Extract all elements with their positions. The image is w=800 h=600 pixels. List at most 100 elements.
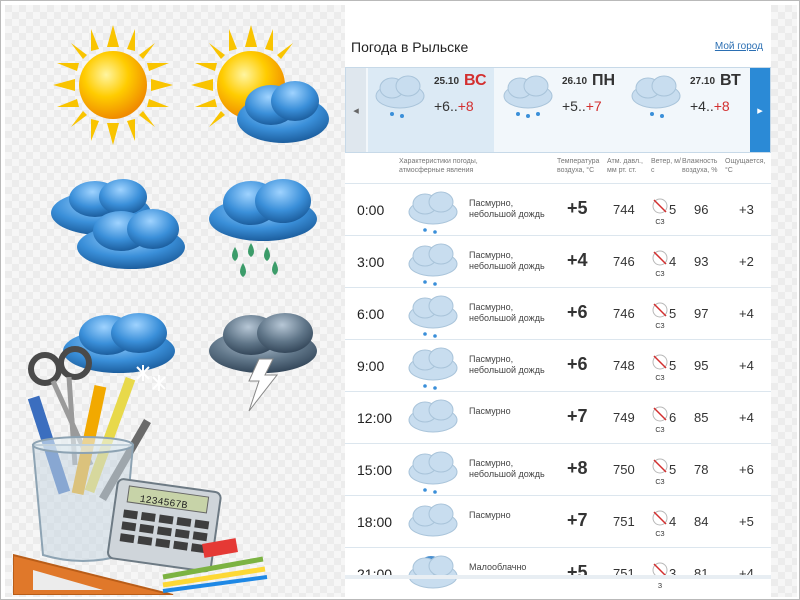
weather-widget: Погода в Рыльске Мой город ◂ 25.10 ВС +6… [345, 31, 771, 590]
next-day-button[interactable]: ▸ [750, 68, 770, 152]
row-wind-speed: 4 [669, 254, 677, 269]
row-temperature: +7 [567, 406, 588, 426]
cloud-rain-icon [408, 191, 458, 234]
rain-cloud-icon [209, 179, 317, 277]
row-wind-speed: 5 [669, 202, 677, 217]
svg-text:СЗ: СЗ [655, 479, 664, 486]
row-pressure: 750 [613, 462, 635, 477]
row-feels-like: +3 [739, 202, 754, 217]
day-date: 26.10 [562, 76, 588, 87]
row-time: 6:00 [357, 306, 385, 322]
row-feels-like: +2 [739, 254, 754, 269]
column-header-wind: Ветер, м/с [651, 158, 681, 174]
row-time: 18:00 [357, 514, 393, 530]
row-time: 15:00 [357, 462, 393, 478]
forecast-row: 21:00 Малооблачно +5 751 З 3 81 +4 [345, 547, 771, 599]
wind-direction-icon: СЗ [652, 198, 668, 226]
row-pressure: 744 [613, 202, 635, 217]
wind-direction-icon: СЗ [652, 302, 668, 330]
forecast-row: 3:00 Пасмурно, небольшой дождь +4 746 СЗ… [345, 235, 771, 287]
cloud-rain-icon [631, 75, 681, 118]
row-wind-speed: 4 [669, 514, 677, 529]
day-date: 25.10 [434, 76, 460, 87]
wind-direction-icon: СЗ [652, 250, 668, 278]
row-description: Пасмурно, небольшой дождь [469, 354, 545, 375]
overcast-icon [51, 179, 185, 269]
svg-text:СЗ: СЗ [655, 427, 664, 434]
row-feels-like: +6 [739, 462, 754, 477]
my-city-link[interactable]: Мой город [715, 41, 763, 52]
wind-direction-icon: СЗ [652, 458, 668, 486]
row-humidity: 97 [694, 306, 709, 321]
row-wind-speed: 6 [669, 410, 677, 425]
row-pressure: 746 [613, 254, 635, 269]
column-header-pressure: Атм. давл., мм рт. ст. [607, 158, 643, 174]
forecast-row: 6:00 Пасмурно, небольшой дождь +6 746 СЗ… [345, 287, 771, 339]
wind-direction-icon: СЗ [652, 510, 668, 538]
day-selector: ◂ 25.10 ВС +6..+8 26.10 ПН +5..+7 27.10 … [345, 67, 771, 153]
cloud-rain-icon [408, 295, 458, 338]
row-time: 3:00 [357, 254, 385, 270]
slide: 1234567B Погода в Рыльске Мой город ◂ 25… [0, 0, 800, 600]
wind-direction-icon: СЗ [652, 406, 668, 434]
day-card[interactable]: 27.10 ВТ +4..+8 [624, 68, 750, 152]
column-header-conditions: Характеристики погоды, атмосферные явлен… [399, 158, 478, 174]
day-temperature: +6..+8 [434, 98, 474, 114]
partly-sunny-icon [191, 25, 329, 143]
row-temperature: +6 [567, 354, 588, 374]
column-header-humidity: Влажность воздуха, % [682, 158, 718, 174]
forecast-row: 0:00 Пасмурно, небольшой дождь +5 744 СЗ… [345, 183, 771, 235]
row-description: Пасмурно, небольшой дождь [469, 458, 545, 479]
forecast-row: 15:00 Пасмурно, небольшой дождь +8 750 С… [345, 443, 771, 495]
widget-footer [345, 575, 771, 579]
row-wind-speed: 5 [669, 358, 677, 373]
row-feels-like: +4 [739, 410, 754, 425]
day-of-week: ВС [464, 72, 487, 89]
cloud-rain-icon [408, 347, 458, 390]
row-temperature: +8 [567, 458, 588, 478]
sun-icon [53, 25, 173, 145]
row-humidity: 78 [694, 462, 709, 477]
row-feels-like: +4 [739, 358, 754, 373]
svg-text:З: З [658, 583, 662, 590]
row-temperature: +4 [567, 250, 588, 270]
day-date: 27.10 [690, 76, 716, 87]
wind-direction-icon: СЗ [652, 354, 668, 382]
row-feels-like: +4 [739, 306, 754, 321]
row-humidity: 96 [694, 202, 709, 217]
widget-title: Погода в Рыльске [351, 39, 469, 55]
svg-text:СЗ: СЗ [655, 271, 664, 278]
row-description: Малооблачно [469, 562, 527, 572]
row-temperature: +6 [567, 302, 588, 322]
day-of-week: ВТ [720, 72, 741, 89]
row-description: Пасмурно [469, 406, 511, 416]
day-temperature: +5..+7 [562, 98, 602, 114]
svg-text:СЗ: СЗ [655, 375, 664, 382]
row-pressure: 749 [613, 410, 635, 425]
forecast-row: 18:00 Пасмурно +7 751 СЗ 4 84 +5 [345, 495, 771, 547]
row-description: Пасмурно, небольшой дождь [469, 302, 545, 323]
widget-header: Погода в Рыльске Мой город [345, 31, 771, 67]
row-humidity: 84 [694, 514, 709, 529]
day-card[interactable]: 26.10 ПН +5..+7 [496, 68, 624, 152]
column-header-temperature: Температура воздуха, °С [557, 158, 600, 174]
cloud-rain-icon [503, 75, 553, 118]
row-wind-speed: 5 [669, 462, 677, 477]
row-description: Пасмурно, небольшой дождь [469, 250, 545, 271]
row-time: 21:00 [357, 566, 393, 582]
cloud-rain-icon [408, 451, 458, 494]
svg-text:СЗ: СЗ [655, 531, 664, 538]
decorative-edge [771, 5, 797, 597]
row-wind-speed: 5 [669, 306, 677, 321]
stationery-illustration: 1234567B [13, 346, 268, 595]
decorative-background: 1234567B [5, 5, 345, 597]
svg-text:СЗ: СЗ [655, 323, 664, 330]
row-temperature: +5 [567, 562, 588, 582]
row-pressure: 748 [613, 358, 635, 373]
cloud-icon [408, 399, 458, 433]
row-time: 12:00 [357, 410, 393, 426]
prev-day-button[interactable]: ◂ [346, 68, 366, 152]
row-temperature: +7 [567, 510, 588, 530]
day-card[interactable]: 25.10 ВС +6..+8 [368, 68, 494, 152]
row-time: 0:00 [357, 202, 385, 218]
